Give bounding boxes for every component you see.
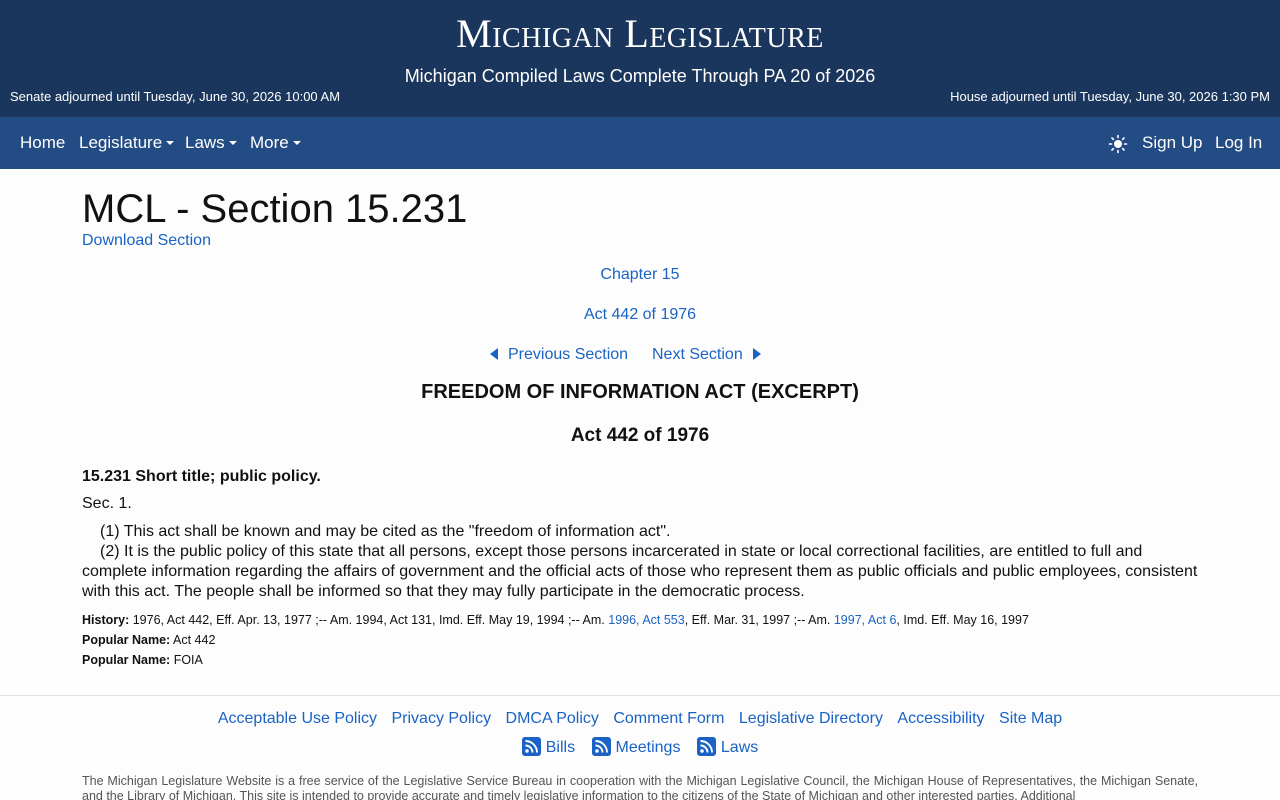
rss-icon [591, 736, 611, 756]
section-body: (1) This act shall be known and may be c… [82, 522, 1202, 602]
page-title: MCL - Section 15.231 [82, 187, 468, 231]
sun-icon[interactable] [1108, 134, 1128, 154]
rss-icon [521, 736, 541, 756]
history-line: History: 1976, Act 442, Eff. Apr. 13, 19… [82, 612, 1029, 628]
nav-home[interactable]: Home [20, 133, 65, 153]
nav-laws-dropdown[interactable]: Laws [185, 133, 237, 153]
nav-more-label: More [250, 133, 289, 152]
site-title[interactable]: Michigan Legislature [0, 12, 1280, 56]
rss-feed-laws-label: Laws [720, 739, 759, 756]
history-link-1996-act-553[interactable]: 1996, Act 553 [608, 613, 684, 627]
footer-link-accessibility[interactable]: Accessibility [897, 710, 984, 727]
chapter-link[interactable]: Chapter 15 [600, 266, 679, 283]
caret-down-icon [228, 140, 237, 145]
section-title: 15.231 Short title; public policy. [82, 468, 321, 485]
footer-links: Acceptable Use Policy Privacy Policy DMC… [0, 710, 1280, 728]
rss-feed-meetings-label: Meetings [615, 739, 681, 756]
act-title: FREEDOM OF INFORMATION ACT (EXCERPT) [421, 381, 859, 403]
next-section-link[interactable]: Next Section [652, 346, 761, 364]
footer-link-legislative-directory[interactable]: Legislative Directory [739, 710, 883, 727]
nav-legislature-label: Legislature [79, 133, 163, 152]
nav-more-dropdown[interactable]: More [250, 133, 301, 153]
site-subtitle: Michigan Compiled Laws Complete Through … [404, 66, 876, 86]
main-navbar: Home Legislature Laws More Sign Up Log I… [0, 117, 1280, 169]
footer-link-dmca[interactable]: DMCA Policy [506, 710, 599, 727]
caret-down-icon [292, 140, 301, 145]
rss-feed-laws[interactable]: Laws [696, 736, 759, 758]
rss-feed-bills[interactable]: Bills [521, 736, 576, 758]
act-link-row: Act 442 of 1976 [0, 306, 1280, 324]
popular-name-label: Popular Name: [82, 653, 171, 667]
act-number: Act 442 of 1976 [570, 425, 710, 446]
sign-up-link[interactable]: Sign Up [1142, 133, 1202, 153]
senate-status: Senate adjourned until Tuesday, June 30,… [10, 89, 341, 104]
popular-name-value: FOIA [173, 653, 203, 667]
footer-link-site-map[interactable]: Site Map [999, 710, 1062, 727]
download-section-link[interactable]: Download Section [82, 232, 211, 250]
caret-left-icon [490, 347, 498, 360]
previous-section-link[interactable]: Previous Section [490, 346, 628, 364]
previous-section-label: Previous Section [508, 346, 629, 363]
footer-disclaimer: The Michigan Legislature Website is a fr… [82, 774, 1198, 800]
popular-name-row: Popular Name: FOIA [82, 652, 203, 668]
chapter-link-row: Chapter 15 [0, 266, 1280, 284]
caret-right-icon [752, 347, 761, 360]
section-paragraph-2: (2) It is the public policy of this stat… [82, 543, 1198, 600]
popular-name-label: Popular Name: [82, 633, 171, 647]
log-in-link[interactable]: Log In [1215, 133, 1262, 153]
next-section-label: Next Section [652, 346, 743, 363]
act-link[interactable]: Act 442 of 1976 [584, 306, 696, 323]
history-text-c: , Imd. Eff. May 16, 1997 [896, 613, 1029, 627]
popular-name-row: Popular Name: Act 442 [82, 632, 215, 648]
history-text-a: 1976, Act 442, Eff. Apr. 13, 1977 ;-- Am… [132, 613, 605, 627]
footer-divider [0, 695, 1280, 696]
section-paragraph-1: (1) This act shall be known and may be c… [100, 523, 671, 540]
nav-legislature-dropdown[interactable]: Legislature [79, 133, 175, 153]
nav-laws-label: Laws [185, 133, 225, 152]
history-text-b: , Eff. Mar. 31, 1997 ;-- Am. [684, 613, 831, 627]
rss-feeds: Bills Meetings Laws [0, 736, 1280, 758]
footer-link-comment-form[interactable]: Comment Form [613, 710, 724, 727]
section-number: Sec. 1. [82, 495, 132, 512]
history-label: History: [82, 613, 130, 627]
footer-link-privacy[interactable]: Privacy Policy [391, 710, 491, 727]
rss-feed-meetings[interactable]: Meetings [591, 736, 681, 758]
caret-down-icon [166, 140, 175, 145]
history-link-1997-act-6[interactable]: 1997, Act 6 [834, 613, 897, 627]
site-banner: Michigan Legislature Michigan Compiled L… [0, 0, 1280, 117]
house-status: House adjourned until Tuesday, June 30, … [950, 89, 1270, 104]
footer-link-acceptable-use[interactable]: Acceptable Use Policy [218, 710, 377, 727]
popular-name-value: Act 442 [173, 633, 216, 647]
rss-feed-bills-label: Bills [545, 739, 576, 756]
rss-icon [696, 736, 716, 756]
